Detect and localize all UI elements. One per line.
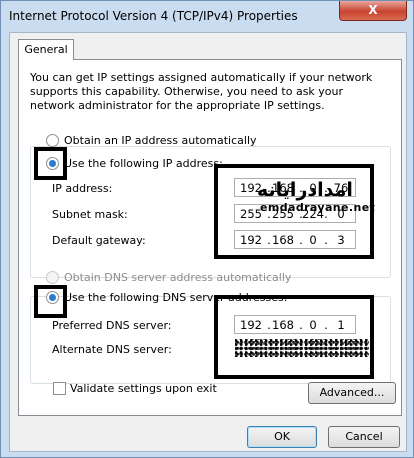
use-following-ip-label[interactable]: Use the following IP address: — [64, 157, 223, 170]
window-title: Internet Protocol Version 4 (TCP/IPv4) P… — [9, 9, 298, 23]
default-gateway-label: Default gateway: — [52, 234, 146, 247]
validate-settings-label[interactable]: Validate settings upon exit — [70, 382, 217, 395]
dialog-window: Internet Protocol Version 4 (TCP/IPv4) P… — [0, 0, 414, 458]
ip-address-label: IP address: — [52, 182, 113, 195]
cancel-button[interactable]: Cancel — [328, 426, 400, 448]
title-bar[interactable]: Internet Protocol Version 4 (TCP/IPv4) P… — [1, 1, 413, 31]
annotation-box-dns-fields — [214, 295, 374, 379]
annotation-box-dns-radio — [34, 285, 67, 318]
tab-general[interactable]: General — [18, 39, 74, 60]
subnet-mask-label: Subnet mask: — [52, 208, 128, 221]
preferred-dns-label: Preferred DNS server: — [52, 319, 172, 332]
general-tab-panel: You can get IP settings assigned automat… — [18, 59, 402, 416]
intro-text: You can get IP settings assigned automat… — [30, 71, 373, 112]
dialog-client-area: General You can get IP settings assigned… — [9, 32, 407, 452]
advanced-button[interactable]: Advanced... — [308, 382, 396, 404]
close-button[interactable]: X — [339, 1, 407, 21]
close-icon: X — [368, 3, 378, 17]
obtain-dns-auto-radio[interactable] — [46, 271, 59, 284]
alternate-dns-label: Alternate DNS server: — [52, 343, 172, 356]
validate-settings-checkbox[interactable] — [53, 382, 66, 395]
annotation-box-ip-radio — [34, 147, 67, 180]
ok-button[interactable]: OK — [247, 426, 317, 448]
obtain-ip-auto-label[interactable]: Obtain an IP address automatically — [64, 134, 257, 147]
obtain-dns-auto-label[interactable]: Obtain DNS server address automatically — [64, 271, 291, 284]
obtain-ip-auto-radio[interactable] — [46, 134, 59, 147]
annotation-box-ip-fields — [214, 164, 374, 259]
